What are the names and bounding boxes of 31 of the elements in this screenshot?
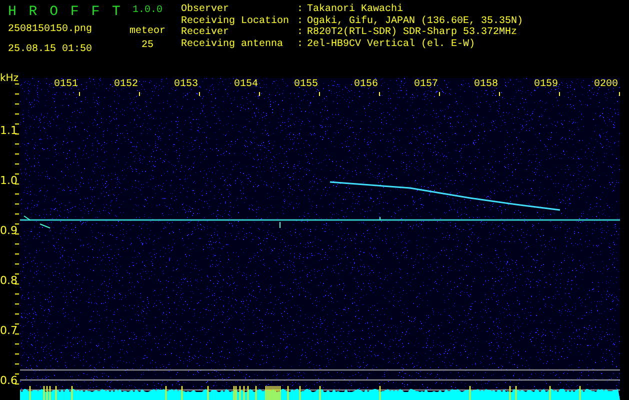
- info-value: Takanori Kawachi: [307, 4, 404, 16]
- time-label: 0200: [594, 78, 619, 92]
- info-separator: :: [297, 38, 304, 50]
- time-label: 0151: [54, 78, 79, 92]
- time-label: 0153: [174, 78, 199, 92]
- axis-label: 0.7: [0, 322, 14, 338]
- info-value: Ogaki, Gifu, JAPAN (136.60E, 35.35N): [307, 16, 524, 26]
- meteor-label: meteor: [129, 26, 166, 38]
- info-separator: :: [297, 4, 304, 16]
- info-separator: :: [297, 27, 304, 38]
- time-label: 0157: [414, 78, 439, 92]
- app-title: H R O F F T: [8, 4, 120, 20]
- info-label: Receiver: [181, 27, 230, 38]
- version-label: 1.0.0: [132, 4, 162, 18]
- axis-label: 1.1: [0, 122, 14, 138]
- file-name: 2508150150.png: [8, 24, 94, 36]
- info-label: Receiving antenna: [181, 38, 284, 50]
- info-separator: :: [297, 16, 304, 27]
- time-label: 0155: [294, 78, 319, 92]
- timestamp: 25.08.15 01:50: [8, 44, 94, 56]
- time-label: 0154: [234, 78, 259, 92]
- time-label: 0158: [474, 78, 499, 92]
- axis-unit: kHz: [0, 72, 20, 86]
- info-label: Observer: [181, 4, 230, 16]
- time-label: 0156: [354, 78, 379, 92]
- info-label: Receiving Location: [181, 16, 290, 26]
- info-value: 2el-HB9CV Vertical (el. E-W): [307, 38, 476, 50]
- meteor-count: 25: [141, 40, 154, 52]
- time-label: 0159: [534, 78, 559, 92]
- info-value: R820T2(RTL-SDR) SDR-Sharp 53.372MHz: [307, 27, 518, 38]
- time-label: 0152: [114, 78, 139, 92]
